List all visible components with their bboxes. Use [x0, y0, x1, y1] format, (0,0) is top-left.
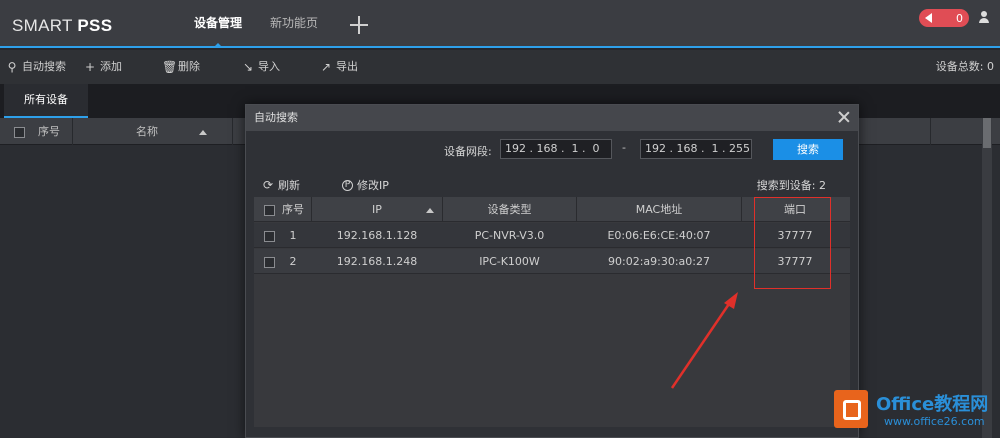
device-total: 设备总数: 0	[935, 60, 994, 73]
auto-search-button[interactable]: ⚲ 自动搜索	[6, 50, 66, 84]
close-icon[interactable]	[838, 111, 850, 123]
row-mac: 90:02:a9:30:a0:27	[608, 255, 710, 268]
sort-asc-icon[interactable]	[424, 197, 436, 222]
range-dash: -	[622, 141, 626, 154]
watermark-url: www.office26.com	[884, 415, 985, 428]
tab-new-feature-page[interactable]: 新功能页	[256, 0, 332, 46]
ip-start-input[interactable]: 192 . 168 . 1 . 0	[500, 139, 612, 159]
col-ip[interactable]: IP	[312, 197, 442, 222]
add-button[interactable]: + 添加	[84, 50, 122, 84]
watermark-logo: Office教程网 www.office26.com	[834, 388, 1000, 438]
select-all-results-checkbox[interactable]	[262, 197, 276, 222]
row-checkbox[interactable]	[262, 249, 276, 274]
plus-icon: +	[84, 60, 96, 74]
header-index[interactable]: 序号	[38, 118, 60, 145]
ip-icon: P	[342, 179, 353, 191]
row-checkbox[interactable]	[262, 223, 276, 248]
top-bar: SMART PSS 设备管理 新功能页 0	[0, 0, 1000, 48]
app-logo: SMART PSS	[12, 16, 113, 35]
add-tab-icon[interactable]	[348, 14, 370, 36]
col-index[interactable]: 序号	[280, 197, 306, 222]
watermark-title: Office教程网	[876, 394, 989, 415]
select-all-checkbox[interactable]	[14, 118, 25, 145]
col-mac[interactable]: MAC地址	[577, 197, 741, 222]
row-device-type: IPC-K100W	[479, 255, 540, 268]
row-ip: 192.168.1.128	[336, 229, 418, 242]
scrollbar-thumb[interactable]	[983, 118, 991, 148]
modify-ip-button[interactable]: P 修改IP	[342, 177, 389, 193]
refresh-button[interactable]: ⟳ 刷新	[262, 177, 300, 193]
office-logo-icon	[834, 390, 868, 428]
row-index: 1	[289, 229, 297, 242]
user-icon[interactable]	[978, 10, 990, 24]
found-devices: 搜索到设备: 2	[756, 179, 826, 192]
row-ip: 192.168.1.248	[336, 255, 418, 268]
row-mac: E0:06:E6:CE:40:07	[607, 229, 711, 242]
row-device-type: PC-NVR-V3.0	[474, 229, 545, 242]
dialog-title: 自动搜索	[254, 111, 298, 124]
search-button[interactable]: 搜索	[773, 139, 843, 160]
import-button[interactable]: ↘ 导入	[242, 50, 280, 84]
header-name[interactable]: 名称	[136, 118, 158, 145]
tab-all-devices[interactable]: 所有设备	[4, 84, 88, 118]
sort-asc-icon[interactable]	[199, 118, 207, 145]
delete-button[interactable]: 🗑 删除	[162, 50, 200, 84]
export-icon: ↗	[320, 60, 332, 74]
port-highlight-box	[754, 197, 831, 289]
segment-label: 设备网段:	[444, 145, 492, 158]
tab-device-management[interactable]: 设备管理	[180, 0, 256, 48]
dialog-title-bar: 自动搜索	[246, 105, 858, 131]
trash-icon: 🗑	[162, 60, 178, 74]
top-nav: 设备管理 新功能页	[180, 0, 332, 48]
ip-end-input[interactable]: 192 . 168 . 1 . 255	[640, 139, 752, 159]
col-device-type[interactable]: 设备类型	[443, 197, 576, 222]
alarm-count: 0	[956, 11, 963, 25]
row-index: 2	[289, 255, 297, 268]
export-button[interactable]: ↗ 导出	[320, 50, 358, 84]
alarm-badge[interactable]: 0	[919, 9, 969, 27]
search-icon: ⚲	[7, 60, 17, 74]
toolbar: ⚲ 自动搜索 + 添加 🗑 删除 ↘ 导入 ↗ 导出 设备总数: 0	[0, 50, 1000, 84]
speaker-icon	[925, 13, 932, 23]
refresh-icon: ⟳	[262, 178, 274, 192]
import-icon: ↘	[242, 60, 254, 74]
auto-search-dialog: 自动搜索 设备网段: 192 . 168 . 1 . 0 - 192 . 168…	[245, 104, 859, 438]
